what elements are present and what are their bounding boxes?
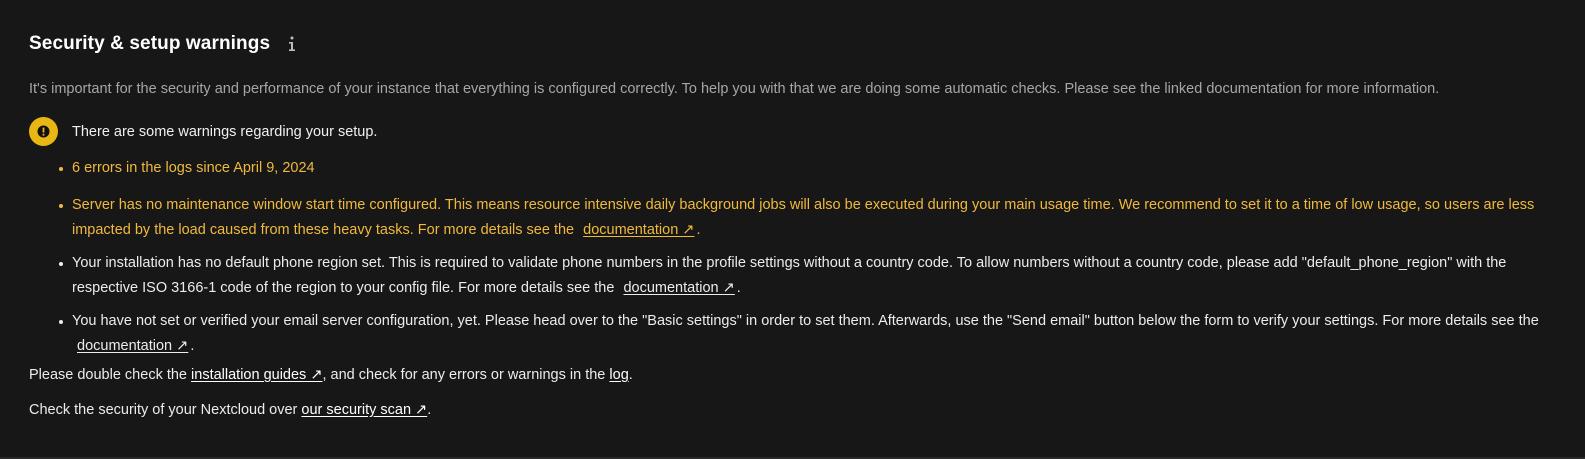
footer-text: . (427, 402, 432, 418)
warning-summary-text: There are some warnings regarding your s… (72, 123, 378, 140)
warning-list: 6 errors in the logs since April 9, 2024… (59, 156, 1562, 367)
footer-text: . (628, 367, 633, 383)
info-icon[interactable] (282, 34, 302, 54)
warning-text: You have not set or verified your email … (72, 313, 1539, 329)
documentation-link[interactable]: documentation ↗ (583, 222, 694, 238)
section-header: Security & setup warnings (29, 33, 302, 55)
section-description: It's important for the security and perf… (29, 81, 1440, 97)
footer-text: Check the security of your Nextcloud ove… (29, 402, 302, 418)
footer-text: , and check for any errors or warnings i… (322, 367, 610, 383)
list-item: 6 errors in the logs since April 9, 2024 (59, 156, 1562, 181)
log-link[interactable]: log (609, 367, 628, 383)
documentation-link[interactable]: documentation ↗ (623, 280, 734, 296)
warning-text-end: . (736, 280, 741, 296)
warning-text-end: . (190, 338, 195, 354)
security-warnings-section: Security & setup warnings It's important… (0, 0, 1585, 459)
list-item: You have not set or verified your email … (59, 309, 1562, 359)
warning-summary: There are some warnings regarding your s… (29, 117, 377, 146)
footer-text: Please double check the (29, 367, 192, 383)
warning-text: Server has no maintenance window start t… (72, 197, 1535, 238)
section-title: Security & setup warnings (29, 33, 271, 54)
warning-text-end: . (696, 222, 701, 238)
warning-text: Your installation has no default phone r… (72, 255, 1507, 296)
security-scan-line: Check the security of your Nextcloud ove… (29, 402, 431, 418)
warning-text: 6 errors in the logs since April 9, 2024 (72, 160, 315, 176)
installation-guides-link[interactable]: installation guides ↗ (191, 367, 322, 383)
installation-guides-line: Please double check the installation gui… (29, 367, 633, 383)
alert-circle-icon (29, 117, 58, 146)
security-scan-link[interactable]: our security scan ↗ (301, 402, 427, 418)
documentation-link[interactable]: documentation ↗ (77, 338, 188, 354)
list-item: Your installation has no default phone r… (59, 251, 1562, 301)
list-item: Server has no maintenance window start t… (59, 193, 1562, 243)
